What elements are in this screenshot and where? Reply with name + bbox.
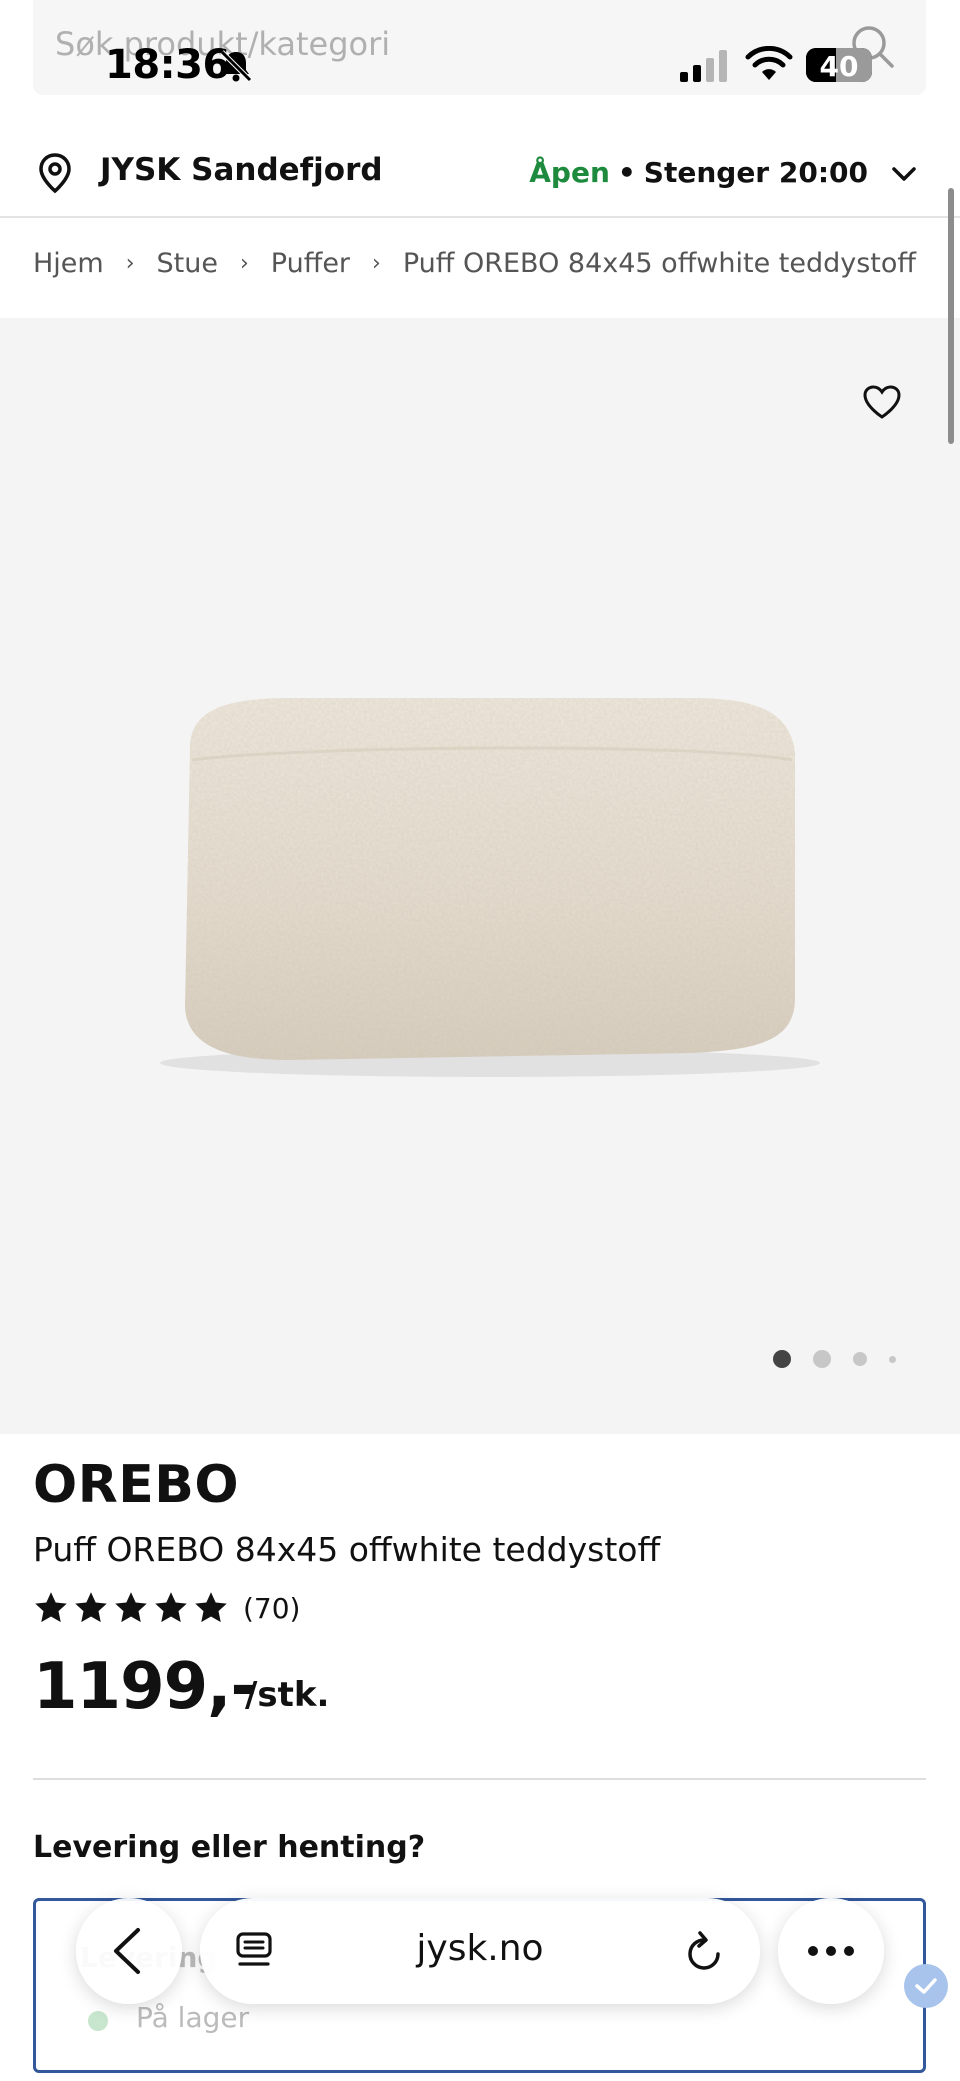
product-brand: OREBO [33, 1455, 240, 1515]
rating-stars [33, 1590, 229, 1626]
breadcrumb-separator: › [125, 251, 135, 276]
product-photo [160, 698, 820, 1077]
url-text[interactable]: jysk.no [200, 1928, 760, 1969]
stock-status-dot [88, 2011, 108, 2031]
cellular-signal-icon [680, 50, 727, 82]
browser-more-button[interactable] [778, 1898, 884, 2004]
breadcrumb-puffer[interactable]: Puffer [271, 248, 350, 279]
product-image-gallery[interactable] [0, 318, 960, 1434]
favorite-heart-icon[interactable] [862, 384, 902, 420]
store-name: JYSK Sandefjord [100, 152, 383, 188]
wifi-icon [745, 46, 793, 80]
more-dots-icon [808, 1946, 854, 1956]
location-pin-icon [39, 153, 71, 194]
gallery-dot[interactable] [889, 1355, 896, 1363]
gallery-pagination[interactable] [773, 1350, 896, 1368]
breadcrumb-separator: › [372, 251, 381, 276]
review-count[interactable]: (70) [243, 1592, 300, 1625]
silent-bell-icon [220, 50, 252, 82]
chevron-down-icon[interactable] [890, 160, 918, 188]
price-unit: /stk. [245, 1675, 330, 1715]
browser-address-bar[interactable]: jysk.no [200, 1898, 760, 2004]
chevron-left-icon [114, 1928, 140, 1974]
page-scrollbar[interactable] [948, 188, 954, 444]
store-selector[interactable]: JYSK Sandefjord Åpen • Stenger 20:00 [0, 130, 960, 218]
check-badge[interactable] [904, 1964, 948, 2008]
product-name: Puff OREBO 84x45 offwhite teddystoff [33, 1530, 661, 1569]
gallery-dot[interactable] [853, 1352, 867, 1366]
checkmark-icon [915, 1978, 937, 1994]
breadcrumb-home[interactable]: Hjem [33, 248, 104, 279]
status-separator: • [617, 156, 636, 189]
open-status: Åpen [529, 156, 610, 189]
star-icon [155, 1592, 187, 1623]
section-divider [33, 1778, 926, 1780]
star-icon [75, 1592, 107, 1623]
breadcrumb-current: Puff OREBO 84x45 offwhite teddystoff [402, 248, 917, 279]
status-time: 18:36 [105, 42, 230, 88]
product-price: 1199,- [33, 1650, 257, 1724]
star-icon [115, 1592, 147, 1623]
store-opening-status: Åpen • Stenger 20:00 [529, 156, 868, 189]
product-rating[interactable]: (70) [33, 1590, 300, 1626]
gallery-dot-active[interactable] [773, 1350, 791, 1368]
gallery-dot[interactable] [813, 1350, 831, 1368]
breadcrumb: Hjem › Stue › Puffer › Puff OREBO 84x45 … [33, 248, 916, 279]
breadcrumb-stue[interactable]: Stue [157, 248, 218, 279]
stock-status: På lager [136, 2001, 250, 2034]
closing-time: Stenger 20:00 [643, 156, 868, 189]
breadcrumb-separator: › [239, 251, 249, 276]
reload-icon[interactable] [684, 1928, 726, 1974]
battery-level: 40 [819, 50, 859, 83]
battery-indicator: 40 [806, 48, 872, 83]
star-icon [195, 1592, 227, 1623]
star-icon [35, 1592, 67, 1623]
delivery-heading: Levering eller henting? [33, 1830, 426, 1865]
browser-back-button[interactable] [76, 1898, 182, 2004]
